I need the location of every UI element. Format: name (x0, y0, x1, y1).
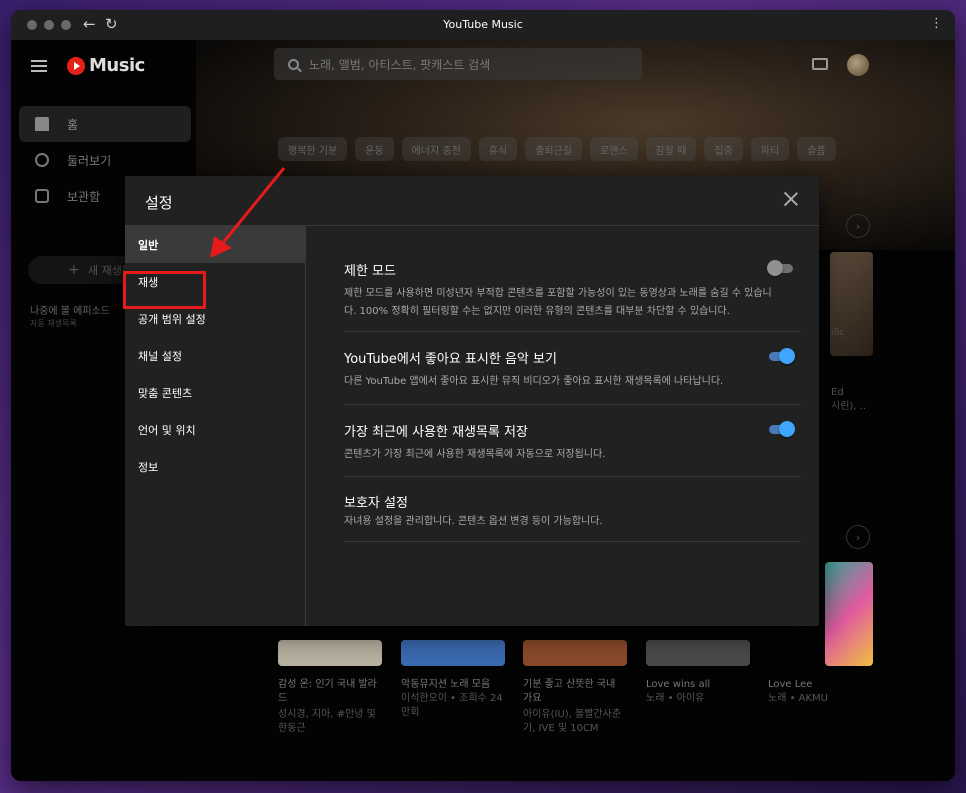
dialog-header: 설정 (125, 176, 819, 226)
sidebar-item-label: 보관함 (67, 189, 101, 204)
chip-happy[interactable]: 행복한 기분 (278, 137, 348, 161)
album-art[interactable] (830, 252, 873, 356)
restricted-mode-toggle[interactable] (767, 260, 795, 276)
setting-title: YouTube에서 좋아요 표시한 음악 보기 (344, 352, 557, 367)
setting-description: 콘텐츠가 가장 최근에 사용한 재생목록에 자동으로 저장됩니다. (344, 449, 606, 460)
cast-icon[interactable] (812, 58, 828, 70)
settings-tab-general[interactable]: 일반 (125, 226, 305, 263)
save-recent-playlist-toggle[interactable] (767, 421, 795, 437)
setting-restricted-mode: 제한 모드 제한 모드를 사용하면 미성년자 부적합 콘텐츠를 포함할 가능성이… (344, 226, 801, 332)
card-subtitle: 노래 • AKMU (768, 693, 829, 704)
sidebar-item-explore[interactable]: 둘러보기 (19, 142, 191, 178)
liked-music-toggle[interactable] (767, 348, 795, 364)
settings-dialog: 설정 일반 재생 공개 범위 설정 채널 설정 맞춤 콘텐츠 언어 및 위치 정… (125, 176, 819, 626)
youtube-music-logo[interactable]: Music (67, 55, 145, 76)
card-subtitle: 이석한오이 • 조회수 24만회 (401, 693, 503, 718)
album-art[interactable] (646, 640, 750, 666)
carousel-next-icon[interactable]: › (846, 214, 870, 238)
setting-liked-music: YouTube에서 좋아요 표시한 음악 보기 다른 YouTube 앱에서 좋… (344, 332, 801, 405)
more-menu-icon[interactable]: ⋮ (930, 16, 943, 31)
partial-text: Ed (831, 387, 844, 398)
album-art[interactable] (825, 562, 873, 666)
chip-commute[interactable]: 출퇴근길 (525, 137, 582, 161)
compass-icon (35, 153, 49, 167)
settings-tab-channel[interactable]: 채널 설정 (125, 337, 305, 374)
chip-party[interactable]: 파티 (750, 137, 790, 161)
partial-text: 시린), .. (831, 401, 867, 412)
card-title[interactable]: 악동뮤지션 노래 모음 (401, 678, 505, 692)
chip-sleep[interactable]: 잠잘 때 (645, 137, 697, 161)
setting-title: 제한 모드 (344, 264, 396, 279)
album-art[interactable] (523, 640, 627, 666)
album-art[interactable] (278, 640, 382, 666)
sidebar-item-label: 홈 (67, 117, 79, 132)
search-placeholder: 노래, 앨범, 아티스트, 팟캐스트 검색 (309, 57, 491, 72)
plus-icon: + (68, 262, 80, 278)
card-title[interactable]: 기분 좋고 산뜻한 국내 가요 (523, 678, 627, 706)
setting-description: 제한 모드를 사용하면 미성년자 부적합 콘텐츠를 포함할 가능성이 있는 동영… (344, 288, 772, 317)
sidebar-item-label: 둘러보기 (67, 153, 112, 168)
album-art[interactable] (401, 640, 505, 666)
sidebar-item-home[interactable]: 홈 (19, 106, 191, 142)
chip-relax[interactable]: 휴식 (478, 137, 518, 161)
settings-tab-language[interactable]: 언어 및 위치 (125, 411, 305, 448)
title-bar: ← ↻ YouTube Music ⋮ (11, 10, 955, 40)
setting-title: 보호자 설정 (344, 496, 408, 511)
mood-chips: 행복한 기분 운동 에너지 충전 휴식 출퇴근길 로맨스 잠잘 때 집중 파티 … (278, 137, 836, 161)
setting-title: 가장 최근에 사용한 재생목록 저장 (344, 425, 528, 440)
card-subtitle: 성시경, 지아, #안녕 및 한동근 (278, 709, 376, 734)
window-title: YouTube Music (443, 18, 523, 31)
card-subtitle: 아이유(IU), 볼빨간사춘기, IVE 및 10CM (523, 709, 622, 734)
settings-tab-about[interactable]: 정보 (125, 448, 305, 485)
dialog-title: 설정 (145, 194, 173, 212)
partial-text: ific (831, 328, 845, 338)
annotation-highlight-box (123, 271, 206, 309)
chip-energy[interactable]: 에너지 충전 (401, 137, 471, 161)
setting-parental-controls[interactable]: 보호자 설정 자녀용 설정을 관리합니다. 콘텐츠 옵션 변경 등이 가능합니다… (344, 477, 801, 542)
close-icon[interactable] (783, 191, 799, 207)
setting-description: 다른 YouTube 앱에서 좋아요 표시한 뮤직 비디오가 좋아요 표시한 재… (344, 376, 724, 387)
setting-save-recent-playlist: 가장 최근에 사용한 재생목록 저장 콘텐츠가 가장 최근에 사용한 재생목록에… (344, 405, 801, 477)
settings-tab-personalization[interactable]: 맞춤 콘텐츠 (125, 374, 305, 411)
app-logo-area: Music (31, 55, 145, 76)
chip-romance[interactable]: 로맨스 (590, 137, 638, 161)
hamburger-menu-icon[interactable] (31, 59, 47, 72)
library-icon (35, 189, 49, 203)
logo-text: Music (89, 55, 145, 76)
avatar[interactable] (847, 54, 869, 76)
play-logo-icon (67, 56, 85, 75)
card-subtitle: 노래 • 아이유 (646, 693, 705, 704)
settings-content: 제한 모드 제한 모드를 사용하면 미성년자 부적합 콘텐츠를 포함할 가능성이… (344, 226, 801, 542)
search-icon (288, 58, 299, 70)
chip-sad[interactable]: 슬픔 (797, 137, 836, 161)
card-title[interactable]: Love Lee (768, 678, 872, 692)
setting-description: 자녀용 설정을 관리합니다. 콘텐츠 옵션 변경 등이 가능합니다. (344, 516, 603, 527)
card-title[interactable]: Love wins all (646, 678, 750, 692)
chip-focus[interactable]: 집중 (704, 137, 743, 161)
search-input[interactable]: 노래, 앨범, 아티스트, 팟캐스트 검색 (274, 48, 642, 80)
home-icon (35, 117, 49, 131)
sidebar-playlist-sub: 자동 재생목록 (30, 319, 77, 328)
chip-workout[interactable]: 운동 (355, 137, 394, 161)
sidebar-playlist-title[interactable]: 나중에 볼 에피소드 (30, 302, 110, 317)
card-title[interactable]: 감성 온: 인기 국내 발라드 (278, 678, 382, 706)
carousel-next-icon[interactable]: › (846, 525, 870, 549)
